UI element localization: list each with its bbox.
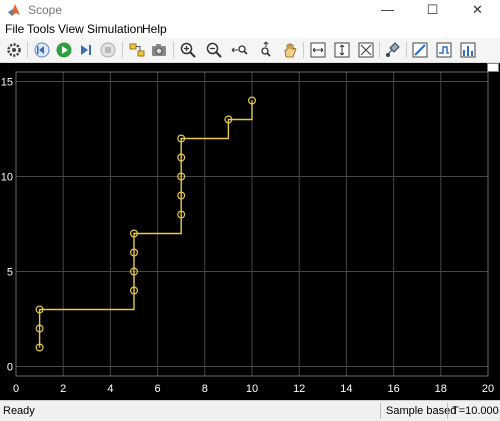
cursor-measure-icon[interactable] [411, 41, 429, 59]
gear-icon[interactable] [5, 41, 23, 59]
pan-icon[interactable] [281, 41, 299, 59]
zoom-x-icon[interactable] [231, 41, 249, 59]
status-mode: Sample based [386, 405, 457, 417]
x-tick-label: 6 [155, 383, 161, 395]
maximize-button[interactable]: ☐ [410, 0, 455, 20]
scale-y-icon[interactable] [357, 41, 375, 59]
menu-view[interactable]: View [58, 22, 84, 36]
minimize-button[interactable]: — [365, 0, 410, 20]
y-tick-label: 5 [7, 267, 13, 279]
undock-button[interactable] [487, 63, 499, 72]
status-bar: Ready Sample based T=10.000 [0, 400, 500, 421]
toolbar [0, 38, 500, 63]
zoom-in-icon[interactable] [179, 41, 197, 59]
y-tick-label: 10 [1, 172, 13, 184]
menu-help[interactable]: Help [142, 22, 167, 36]
step-back-icon[interactable] [33, 41, 51, 59]
scale-x-icon[interactable] [333, 41, 351, 59]
y-tick-label: 0 [7, 362, 13, 374]
x-tick-label: 10 [246, 383, 258, 395]
menu-simulation[interactable]: Simulation [87, 22, 143, 36]
status-ready: Ready [3, 405, 35, 417]
title-bar: Scope — ☐ ✕ [0, 0, 500, 20]
x-tick-label: 8 [202, 383, 208, 395]
menu-tools[interactable]: Tools [27, 22, 55, 36]
scope-display[interactable]: 0 2 4 6 8 10 12 14 16 18 20 0 5 10 15 [0, 63, 500, 400]
x-tick-label: 12 [293, 383, 305, 395]
trigger-icon[interactable] [435, 41, 453, 59]
signal-selector-icon[interactable] [384, 41, 402, 59]
peak-finder-icon[interactable] [459, 41, 477, 59]
status-time: T=10.000 [452, 405, 499, 417]
x-tick-label: 16 [387, 383, 399, 395]
scope-plot: 0 2 4 6 8 10 12 14 16 18 20 0 5 10 15 [1, 71, 494, 395]
highlight-block-icon[interactable] [128, 41, 146, 59]
zoom-out-icon[interactable] [205, 41, 223, 59]
stop-icon[interactable] [99, 41, 117, 59]
menu-bar: File Tools View Simulation Help [0, 20, 500, 38]
run-icon[interactable] [55, 41, 73, 59]
menu-file[interactable]: File [5, 22, 24, 36]
matlab-logo-icon [8, 4, 20, 16]
signal-trace [38, 100, 253, 348]
step-forward-icon[interactable] [77, 41, 95, 59]
y-tick-label: 15 [1, 77, 13, 89]
zoom-y-icon[interactable] [257, 41, 275, 59]
x-tick-label: 14 [340, 383, 352, 395]
scale-xy-icon[interactable] [309, 41, 327, 59]
window-title: Scope [28, 3, 63, 17]
x-tick-label: 4 [107, 383, 113, 395]
x-tick-label: 18 [435, 383, 447, 395]
x-tick-label: 20 [482, 383, 494, 395]
close-button[interactable]: ✕ [455, 0, 500, 20]
snapshot-icon[interactable] [150, 41, 168, 59]
x-tick-label: 2 [60, 383, 66, 395]
x-tick-label: 0 [13, 383, 19, 395]
